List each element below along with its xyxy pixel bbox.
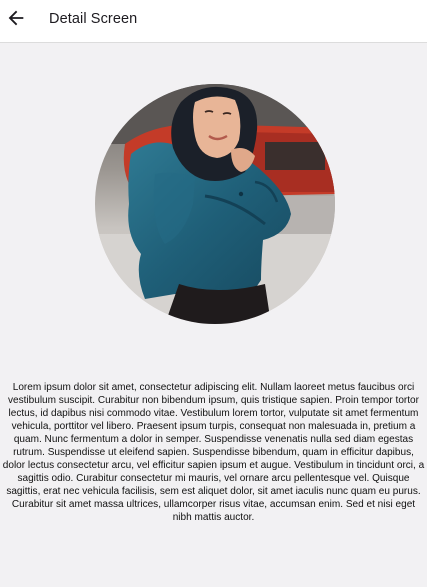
back-button[interactable] xyxy=(4,6,28,30)
app-bar: Detail Screen xyxy=(0,0,427,43)
page-title: Detail Screen xyxy=(49,11,138,27)
description-text: Lorem ipsum dolor sit amet, consectetur … xyxy=(2,382,425,523)
profile-photo xyxy=(95,84,335,324)
arrow-back-icon xyxy=(8,10,24,26)
